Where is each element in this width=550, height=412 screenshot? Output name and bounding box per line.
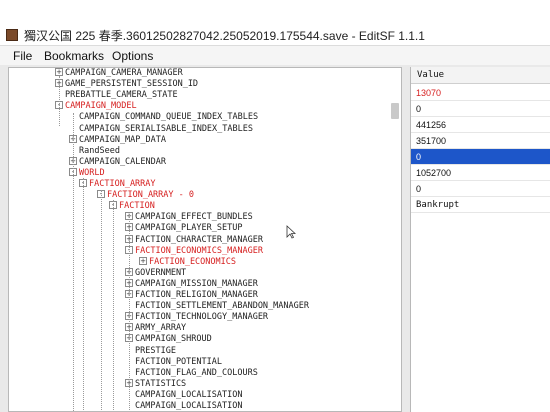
tree-node[interactable]: + FACTION_CHARACTER_MANAGER	[125, 234, 263, 246]
title-bar: 獨汉公国 225 春季.36012502827042.25052019.1755…	[0, 0, 550, 46]
tree-node-label: CAMPAIGN_EFFECT_BUNDLES	[135, 212, 253, 223]
tree-node[interactable]: RandSeed	[69, 146, 120, 157]
tree-node[interactable]: CAMPAIGN_LOCALISATION	[125, 390, 242, 401]
tree-node[interactable]: + CAMPAIGN_PLAYER_SETUP	[125, 223, 242, 234]
tree-node-label: FACTION	[119, 201, 155, 212]
tree-node[interactable]: CAMPAIGN_SERIALISABLE_INDEX_TABLES	[69, 124, 253, 135]
tree-node-label: CAMPAIGN_SHROUD	[135, 334, 212, 345]
tree-node[interactable]: CAMPAIGN_COMMAND_QUEUE_INDEX_TABLES	[69, 112, 258, 123]
tree-node-label: CAMPAIGN_MISSION_MANAGER	[135, 278, 258, 289]
tree-node[interactable]: FACTION_FLAG_AND_COLOURS	[125, 368, 258, 379]
mouse-cursor-icon	[286, 225, 296, 239]
tree-node[interactable]: + GOVERNMENT	[125, 267, 187, 279]
tree-node[interactable]: + CAMPAIGN_SHROUD	[125, 334, 212, 345]
tree-node-label: CAMPAIGN_LOCALISATION	[135, 401, 243, 411]
tree-node-label: STATISTICS	[135, 378, 187, 389]
tree-connector-line	[101, 190, 102, 411]
tree-connector-line	[83, 178, 84, 411]
tree-node[interactable]: + CAMPAIGN_EFFECT_BUNDLES	[125, 212, 253, 223]
value-cell[interactable]: 0	[411, 101, 550, 117]
tree-node[interactable]: PRESTIGE	[125, 346, 176, 357]
tree-node[interactable]: + CAMPAIGN_CALENDAR	[69, 156, 166, 168]
tree-node[interactable]: - FACTION	[109, 201, 155, 212]
tree-node-label: CAMPAIGN_SERIALISABLE_INDEX_TABLES	[79, 123, 253, 134]
tree-node-label: GAME_PERSISTENT_SESSION_ID	[65, 79, 199, 90]
tree-connector-line	[59, 76, 60, 126]
tree-node[interactable]: + FACTION_RELIGION_MANAGER	[125, 290, 258, 301]
value-cell[interactable]: Bankrupt	[411, 197, 550, 213]
tree-node[interactable]: + CAMPAIGN_MISSION_MANAGER	[125, 278, 258, 290]
tree-node-label: PRESTIGE	[135, 345, 176, 356]
tree-node-label: GOVERNMENT	[135, 267, 187, 278]
tree-node-label: FACTION_SETTLEMENT_ABANDON_MANAGER	[135, 301, 309, 312]
tree-node[interactable]: - WORLD	[69, 167, 105, 179]
window-title: 獨汉公国 225 春季.36012502827042.25052019.1755…	[24, 29, 425, 43]
tree-node[interactable]: FACTION_POTENTIAL	[125, 357, 222, 368]
value-cell[interactable]: 0	[411, 149, 550, 165]
tree-connector-line	[113, 200, 114, 411]
value-column-header[interactable]: Value	[411, 67, 550, 84]
tree-node-label: CAMPAIGN_PLAYER_SETUP	[135, 223, 243, 234]
tree-node[interactable]: + FACTION_ECONOMICS	[139, 256, 236, 268]
work-area: + CAMPAIGN_CAMERA_MANAGER + GAME_PERSISTENT…	[0, 65, 550, 412]
tree-node[interactable]: + STATISTICS	[125, 378, 187, 390]
tree-node-label: ARMY_ARRAY	[135, 323, 187, 334]
tree-node-label: CAMPAIGN_CALENDAR	[79, 156, 166, 167]
tree-node[interactable]: + CAMPAIGN_CAMERA_MANAGER	[55, 68, 183, 79]
tree-node-label: CAMPAIGN_COMMAND_QUEUE_INDEX_TABLES	[79, 112, 259, 123]
tree-node-label: FACTION_ECONOMICS_MANAGER	[135, 245, 263, 256]
value-cell[interactable]: 351700	[411, 133, 550, 149]
menu-bar: File Bookmarks Options	[0, 46, 550, 65]
tree-node-label: CAMPAIGN_LOCALISATION	[135, 389, 243, 400]
tree-node[interactable]: PREBATTLE_CAMERA_STATE	[55, 90, 178, 101]
tree-node[interactable]: - FACTION_ARRAY	[79, 179, 156, 190]
tree-node-label: RandSeed	[79, 145, 120, 156]
menu-bookmarks[interactable]: Bookmarks	[44, 49, 104, 63]
tree-node-label: FACTION_ARRAY	[89, 179, 156, 189]
tree-node[interactable]: + GAME_PERSISTENT_SESSION_ID	[55, 79, 198, 90]
menu-file[interactable]: File	[13, 49, 32, 63]
tree-node-label: CAMPAIGN_MAP_DATA	[79, 134, 166, 145]
value-panel: Value 13070 0 441256 351700 0 1052700 0 Bankrup…	[410, 67, 550, 412]
value-cell[interactable]: 13070	[411, 85, 550, 101]
tree-node[interactable]: - FACTION_ECONOMICS_MANAGER	[125, 245, 263, 257]
tree-node[interactable]: FACTION_SETTLEMENT_ABANDON_MANAGER	[125, 301, 309, 312]
tree-node-label: WORLD	[79, 167, 105, 178]
tree-node-label: FACTION_ARRAY - 0	[107, 190, 194, 201]
value-cell[interactable]: 1052700	[411, 165, 550, 181]
app-icon	[6, 29, 18, 41]
tree-node[interactable]: + ARMY_ARRAY	[125, 323, 186, 334]
tree-scrollbar-thumb[interactable]	[391, 103, 399, 119]
menu-options[interactable]: Options	[112, 49, 153, 63]
tree-node-label: FACTION_TECHNOLOGY_MANAGER	[135, 312, 269, 323]
tree-node[interactable]: - CAMPAIGN_MODEL	[55, 101, 137, 112]
tree-node[interactable]: CAMPAIGN_LOCALISATION	[125, 401, 243, 411]
tree-node-label: CAMPAIGN_CAMERA_MANAGER	[65, 68, 183, 78]
value-cell[interactable]: 0	[411, 181, 550, 197]
tree-node-label: CAMPAIGN_MODEL	[65, 101, 137, 112]
tree-node-label: PREBATTLE_CAMERA_STATE	[65, 90, 178, 101]
tree-node[interactable]: - FACTION_ARRAY - 0	[97, 190, 194, 201]
tree-node-label: FACTION_ECONOMICS	[149, 256, 236, 267]
tree-node[interactable]: + CAMPAIGN_MAP_DATA	[69, 134, 166, 146]
tree-node-label: FACTION_RELIGION_MANAGER	[135, 290, 258, 300]
tree-node-label: FACTION_FLAG_AND_COLOURS	[135, 367, 258, 378]
tree-view[interactable]: + CAMPAIGN_CAMERA_MANAGER + GAME_PERSISTENT…	[8, 67, 402, 412]
expand-icon[interactable]: +	[55, 68, 63, 76]
expand-icon[interactable]: +	[139, 256, 147, 265]
tree-node[interactable]: + FACTION_TECHNOLOGY_MANAGER	[125, 312, 268, 323]
tree-connector-line	[73, 113, 74, 411]
tree-node-label: FACTION_POTENTIAL	[135, 356, 222, 367]
tree-connector-line	[129, 214, 130, 411]
value-cell[interactable]: 441256	[411, 117, 550, 133]
tree-node-label: FACTION_CHARACTER_MANAGER	[135, 234, 263, 245]
